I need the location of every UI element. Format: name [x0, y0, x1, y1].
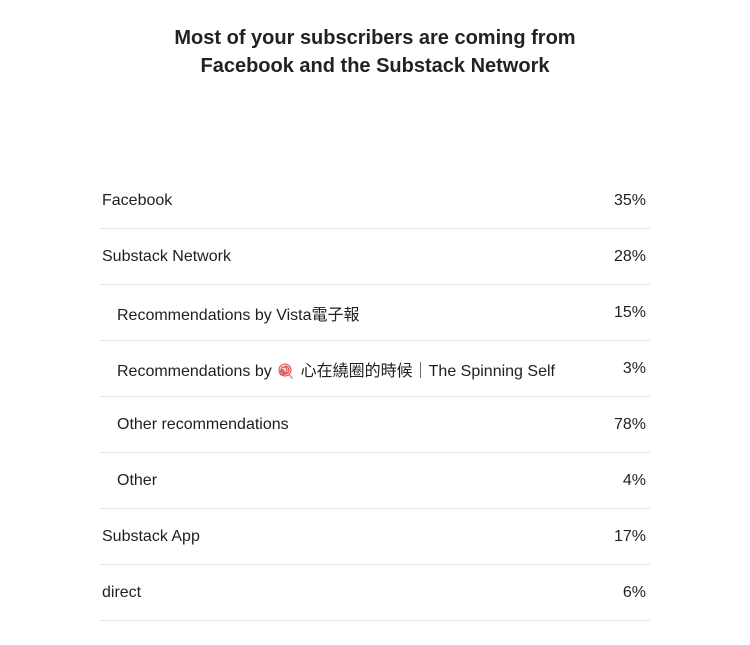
source-row-recommendations-spinning-self: Recommendations by 心在繞圈的時候｜The Spinning …: [100, 341, 650, 397]
headline-line-1: Most of your subscribers are coming from: [174, 27, 576, 49]
source-row-other-recommendations: Other recommendations 78%: [100, 397, 650, 453]
headline-line-2: Facebook and the Substack Network: [200, 55, 550, 77]
subscriber-sources-table: Facebook 35% Substack Network 28% Recomm…: [100, 173, 650, 621]
source-label: Recommendations by 心在繞圈的時候｜The Spinning …: [100, 357, 555, 381]
headline: Most of your subscribers are coming from…: [0, 24, 750, 80]
source-label: Substack Network: [102, 247, 231, 265]
source-label: Substack App: [102, 527, 200, 545]
source-percentage: 15%: [613, 303, 646, 321]
source-percentage: 78%: [613, 415, 646, 433]
source-label-suffix: 心在繞圈的時候｜The Spinning Self: [300, 362, 555, 380]
source-percentage: 35%: [613, 191, 646, 209]
source-label: Other recommendations: [117, 415, 289, 433]
lollipop-icon: [278, 363, 294, 379]
source-label: Recommendations by Vista電子報: [117, 306, 360, 324]
source-percentage: 6%: [622, 583, 646, 601]
source-row-facebook: Facebook 35%: [100, 173, 650, 229]
source-percentage: 3%: [622, 359, 646, 377]
source-percentage: 4%: [622, 471, 646, 489]
source-row-substack-network: Substack Network 28%: [100, 229, 650, 285]
source-label-prefix: Recommendations by: [117, 362, 272, 380]
source-label: direct: [102, 583, 142, 601]
source-label: Facebook: [102, 191, 173, 209]
source-row-direct: direct 6%: [100, 565, 650, 621]
source-row-recommendations-vista: Recommendations by Vista電子報 15%: [100, 285, 650, 341]
source-label: Other: [117, 471, 158, 489]
source-percentage: 28%: [613, 247, 646, 265]
source-row-substack-app: Substack App 17%: [100, 509, 650, 565]
source-percentage: 17%: [613, 527, 646, 545]
source-row-other: Other 4%: [100, 453, 650, 509]
